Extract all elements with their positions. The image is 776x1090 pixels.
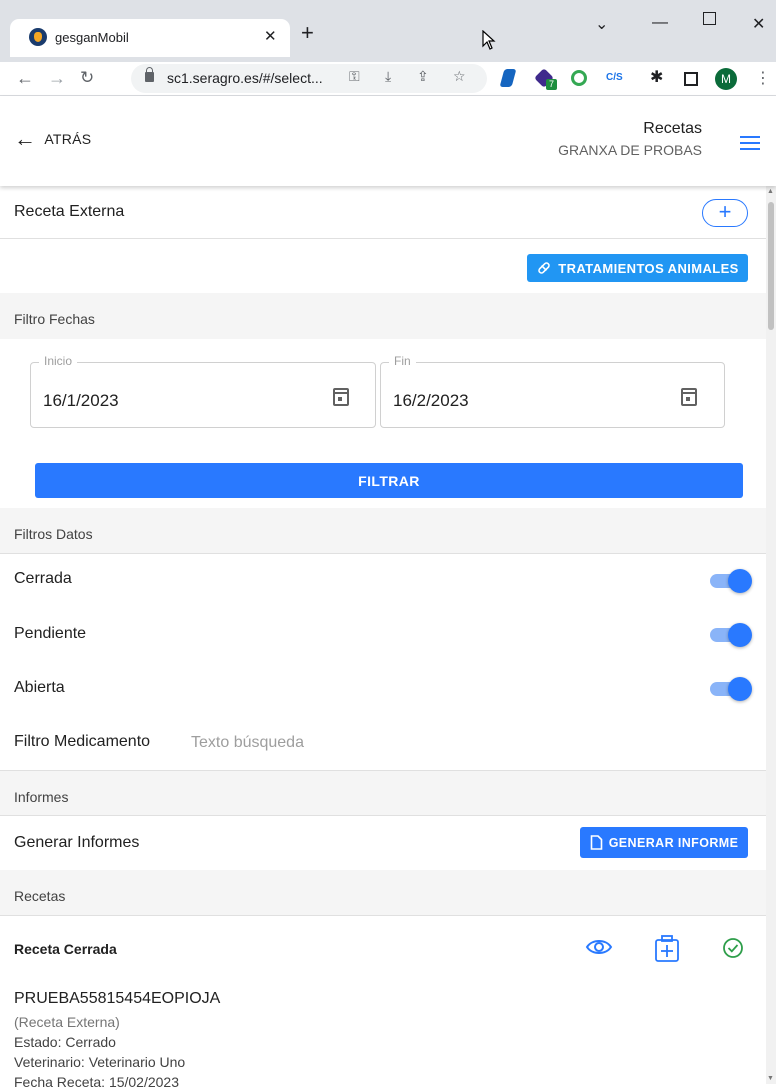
toggle-label-pendiente: Pendiente (14, 625, 87, 642)
fin-value: 16/2/2023 (393, 391, 469, 410)
scroll-thumb[interactable] (768, 202, 774, 330)
section-informes-label: Informes (14, 789, 69, 805)
section-filtros-datos: Filtros Datos (0, 508, 766, 554)
receta-veterinario: Veterinario: Veterinario Uno (14, 1054, 186, 1070)
fin-date-field[interactable]: Fin 16/2/2023 (380, 354, 725, 428)
scrollbar[interactable]: ▲ ▼ (766, 186, 776, 1084)
check-circle-icon[interactable] (722, 937, 744, 959)
document-icon (590, 835, 602, 850)
add-receta-button[interactable]: + (702, 199, 748, 227)
arrow-left-icon: ← (14, 126, 37, 151)
generar-informes-label: Generar Informes (14, 834, 140, 851)
fin-label: Fin (389, 354, 416, 368)
generar-informe-button[interactable]: GENERAR INFORME (580, 827, 748, 858)
toggle-cerrada[interactable] (710, 569, 752, 593)
medical-case-icon[interactable] (653, 934, 681, 964)
toggle-knob (728, 569, 752, 593)
toggle-abierta[interactable] (710, 677, 752, 701)
calendar-icon[interactable] (681, 388, 697, 406)
page-header-titles: Recetas GRANXA DE PROBAS (558, 120, 702, 158)
section-recetas: Recetas (0, 870, 766, 916)
section-informes: Informes (0, 770, 766, 816)
scroll-down-icon[interactable]: ▼ (767, 1075, 774, 1082)
page-title: Recetas (643, 120, 702, 137)
section-recetas-label: Recetas (14, 888, 66, 904)
farm-name: GRANXA DE PROBAS (558, 142, 702, 158)
section-filtro-fechas-label: Filtro Fechas (14, 311, 95, 327)
receta-tipo: (Receta Externa) (14, 1014, 120, 1030)
receta-externa-label: Receta Externa (14, 203, 125, 220)
tratamientos-animales-button[interactable]: TRATAMIENTOS ANIMALES (527, 254, 748, 282)
pill-icon (538, 262, 551, 274)
filtrar-label: FILTRAR (358, 472, 420, 489)
hamburger-menu-icon[interactable] (740, 136, 760, 154)
toggle-knob (728, 623, 752, 647)
inicio-label: Inicio (39, 354, 78, 368)
receta-externa-row: Receta Externa + (0, 186, 766, 239)
plus-icon: + (718, 199, 732, 224)
back-button[interactable]: ← ATRÁS (14, 126, 92, 151)
inicio-value: 16/1/2023 (43, 391, 119, 410)
app-header: ← ATRÁS Recetas GRANXA DE PROBAS (0, 96, 776, 186)
section-filtros-datos-label: Filtros Datos (14, 526, 93, 542)
toggle-label-cerrada: Cerrada (14, 570, 72, 587)
back-label: ATRÁS (44, 131, 92, 147)
eye-icon[interactable] (585, 937, 613, 957)
calendar-icon[interactable] (333, 388, 349, 406)
inicio-date-field[interactable]: Inicio 16/1/2023 (30, 354, 376, 428)
receta-status-title: Receta Cerrada (14, 941, 117, 957)
section-filtro-fechas: Filtro Fechas (0, 293, 766, 339)
generar-informe-label: GENERAR INFORME (608, 835, 739, 850)
scroll-up-icon[interactable]: ▲ (767, 188, 774, 195)
toggle-label-abierta: Abierta (14, 679, 65, 696)
toggle-pendiente[interactable] (710, 623, 752, 647)
medicamento-search-input[interactable] (191, 731, 591, 755)
toggle-knob (728, 677, 752, 701)
medicamento-label: Filtro Medicamento (14, 733, 151, 750)
filtrar-button[interactable]: FILTRAR (35, 463, 743, 498)
receta-estado: Estado: Cerrado (14, 1034, 116, 1050)
receta-code: PRUEBA55815454EOPIOJA (14, 990, 221, 1007)
tratamientos-label: TRATAMIENTOS ANIMALES (558, 260, 739, 276)
receta-fecha: Fecha Receta: 15/02/2023 (14, 1074, 180, 1090)
